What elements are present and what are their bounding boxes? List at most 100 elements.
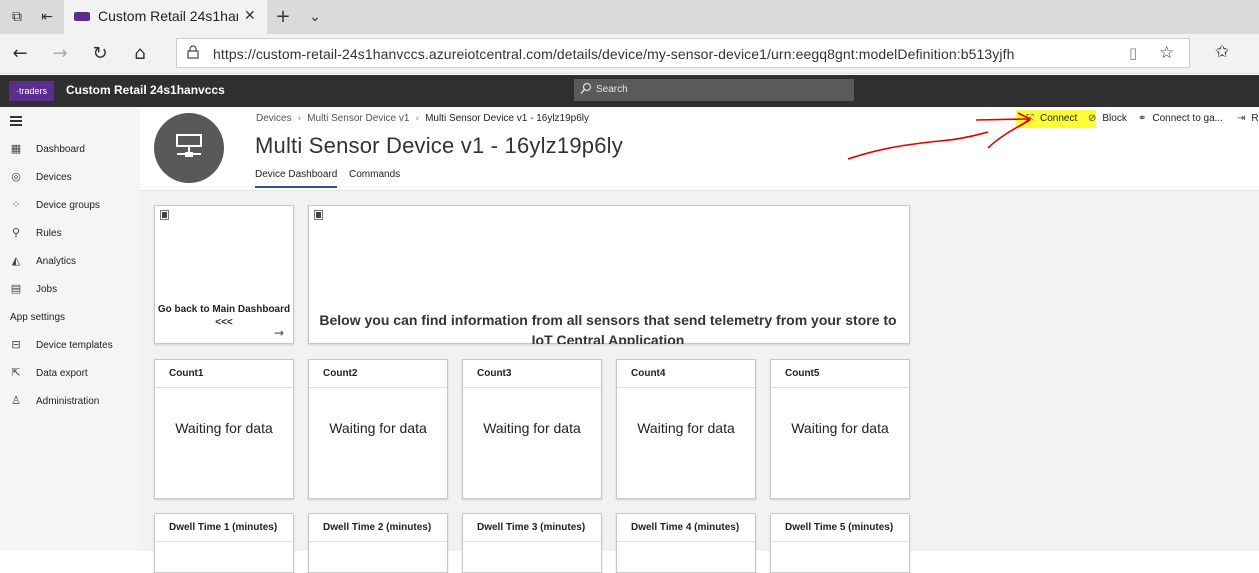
nav-tile[interactable]: Go back to Main Dashboard <<< → (154, 205, 294, 344)
annotation-arrow (847, 112, 1032, 160)
section-app-settings: App settings (10, 312, 66, 323)
tile-status: Waiting for data (637, 420, 735, 436)
sidebar-item-dashboard[interactable]: ▦ Dashboard (0, 136, 140, 164)
tile-divider (155, 541, 293, 542)
breadcrumb-template[interactable]: Multi Sensor Device v1 (307, 113, 409, 124)
search-input[interactable]: Search (574, 79, 854, 101)
browser-tab-bar: ⧉ ⇤ Custom Retail 24s1hanvccs ✕ + ⌄ (0, 0, 1259, 34)
tile-title: Count1 (169, 368, 204, 379)
device-icon (176, 134, 202, 157)
reading-view-icon[interactable]: ▯ (1129, 44, 1137, 62)
favorites-hub-icon[interactable]: ✩ (1215, 42, 1229, 62)
sidebar-item-data-export[interactable]: ⇱ Data export (0, 360, 140, 388)
block-button[interactable]: ⊘ Block (1088, 113, 1127, 124)
connect-gateway-label: Connect to ga... (1152, 113, 1223, 124)
brand-logo[interactable]: ·traders (9, 81, 54, 101)
tab-manager-icon[interactable]: ⧉ (8, 8, 26, 26)
sidebar-item-label: Rules (36, 228, 62, 239)
sidebar-item-jobs[interactable]: ▤ Jobs (0, 276, 140, 304)
sidebar-item-label: Administration (36, 396, 100, 407)
breadcrumb-current: Multi Sensor Device v1 - 16ylz19p6ly (425, 113, 590, 124)
tile-status: Waiting for data (329, 420, 427, 436)
tile-divider (771, 541, 909, 542)
home-icon[interactable]: ⌂ (128, 42, 152, 66)
link-icon: ⚭ (1138, 113, 1147, 124)
connect-gateway-button[interactable]: ⚭ Connect to ga... (1138, 113, 1223, 124)
sidebar-item-label: Analytics (36, 256, 77, 267)
chevron-down-icon[interactable]: ⌄ (306, 8, 324, 26)
tile-divider (617, 541, 755, 542)
count-tile: Count3 Waiting for data (462, 359, 602, 499)
data-export-icon: ⇱ (11, 366, 21, 379)
tile-title: Count2 (323, 368, 358, 379)
sidebar-item-label: Jobs (36, 284, 58, 295)
nav-tile-text: Go back to Main Dashboard <<< (157, 304, 291, 328)
more-actions-button[interactable]: ⇥ R (1237, 113, 1259, 124)
sidebar-item-label: Dashboard (36, 144, 85, 155)
set-tabs-aside-icon[interactable]: ⇤ (38, 8, 56, 26)
browser-tab-active[interactable]: Custom Retail 24s1hanvccs ✕ (64, 0, 267, 34)
new-tab-icon[interactable]: + (274, 8, 292, 26)
tile-divider (463, 387, 601, 388)
device-groups-icon: ⁘ (11, 198, 21, 211)
devices-icon: ◎ (11, 170, 21, 183)
count-tile: Count4 Waiting for data (616, 359, 756, 499)
page-title: Multi Sensor Device v1 - 16ylz19p6ly (255, 133, 623, 158)
analytics-icon: ◭ (11, 254, 21, 267)
tab-close-icon[interactable]: ✕ (244, 8, 256, 24)
lock-icon (187, 45, 199, 59)
tile-title: Dwell Time 4 (minutes) (631, 522, 740, 533)
refresh-icon[interactable]: ↻ (88, 42, 112, 66)
favorite-star-icon[interactable]: ☆ (1159, 43, 1174, 63)
hamburger-menu-icon[interactable] (10, 116, 22, 126)
tile-status: Waiting for data (483, 420, 581, 436)
info-tile: Below you can find information from all … (308, 205, 910, 344)
sidebar-item-device-groups[interactable]: ⁘ Device groups (0, 192, 140, 220)
url-text: https://custom-retail-24s1hanvccs.azurei… (213, 46, 1015, 62)
dwell-tile: Dwell Time 5 (minutes) (770, 513, 910, 573)
connect-label: Connect (1040, 113, 1078, 124)
tile-title: Count5 (785, 368, 820, 379)
tab-device-dashboard[interactable]: Device Dashboard (255, 169, 338, 188)
tile-divider (617, 387, 755, 388)
arrow-right-icon[interactable]: → (274, 326, 284, 340)
sidebar-item-administration[interactable]: ♙ Administration (0, 388, 140, 416)
sidebar-item-label: Data export (36, 368, 88, 379)
dwell-tile: Dwell Time 1 (minutes) (154, 513, 294, 573)
more-actions-label: R (1251, 113, 1259, 124)
sidebar-item-label: Device templates (36, 340, 113, 351)
device-dashboard: Go back to Main Dashboard <<< → Below yo… (140, 191, 1259, 573)
tile-divider (771, 387, 909, 388)
count-tile: Count1 Waiting for data (154, 359, 294, 499)
browser-address-bar: ← → ↻ ⌂ https://custom-retail-24s1hanvcc… (0, 34, 1259, 74)
back-icon[interactable]: ← (8, 42, 32, 66)
tile-divider (309, 387, 447, 388)
tab-commands[interactable]: Commands (349, 169, 400, 180)
dwell-tile: Dwell Time 4 (minutes) (616, 513, 756, 573)
url-field[interactable]: https://custom-retail-24s1hanvccs.azurei… (176, 38, 1190, 68)
sidebar-item-devices[interactable]: ◎ Devices (0, 164, 140, 192)
tab-favicon-icon (74, 12, 90, 21)
image-placeholder-icon (314, 210, 323, 220)
forward-icon[interactable]: → (48, 42, 72, 66)
sidebar-item-device-templates[interactable]: ⊟ Device templates (0, 332, 140, 360)
block-icon: ⊘ (1088, 113, 1097, 124)
sidebar-item-analytics[interactable]: ◭ Analytics (0, 248, 140, 276)
image-placeholder-icon (160, 210, 169, 220)
sidebar-item-rules[interactable]: ⚲ Rules (0, 220, 140, 248)
dwell-tile: Dwell Time 3 (minutes) (462, 513, 602, 573)
info-text: Below you can find information from all … (319, 312, 897, 344)
device-avatar (154, 113, 224, 183)
tile-title: Dwell Time 2 (minutes) (323, 522, 432, 533)
count-tile: Count5 Waiting for data (770, 359, 910, 499)
overflow-icon: ⇥ (1237, 113, 1246, 124)
breadcrumb-separator-icon: › (415, 114, 420, 124)
administration-icon: ♙ (11, 394, 21, 407)
device-templates-icon: ⊟ (11, 338, 21, 351)
count-tile: Count2 Waiting for data (308, 359, 448, 499)
tile-divider (309, 541, 447, 542)
breadcrumb: Devices › Multi Sensor Device v1 › Multi Sen… (256, 113, 589, 124)
tile-status: Waiting for data (791, 420, 889, 436)
breadcrumb-devices[interactable]: Devices (256, 113, 292, 124)
dwell-tile: Dwell Time 2 (minutes) (308, 513, 448, 573)
